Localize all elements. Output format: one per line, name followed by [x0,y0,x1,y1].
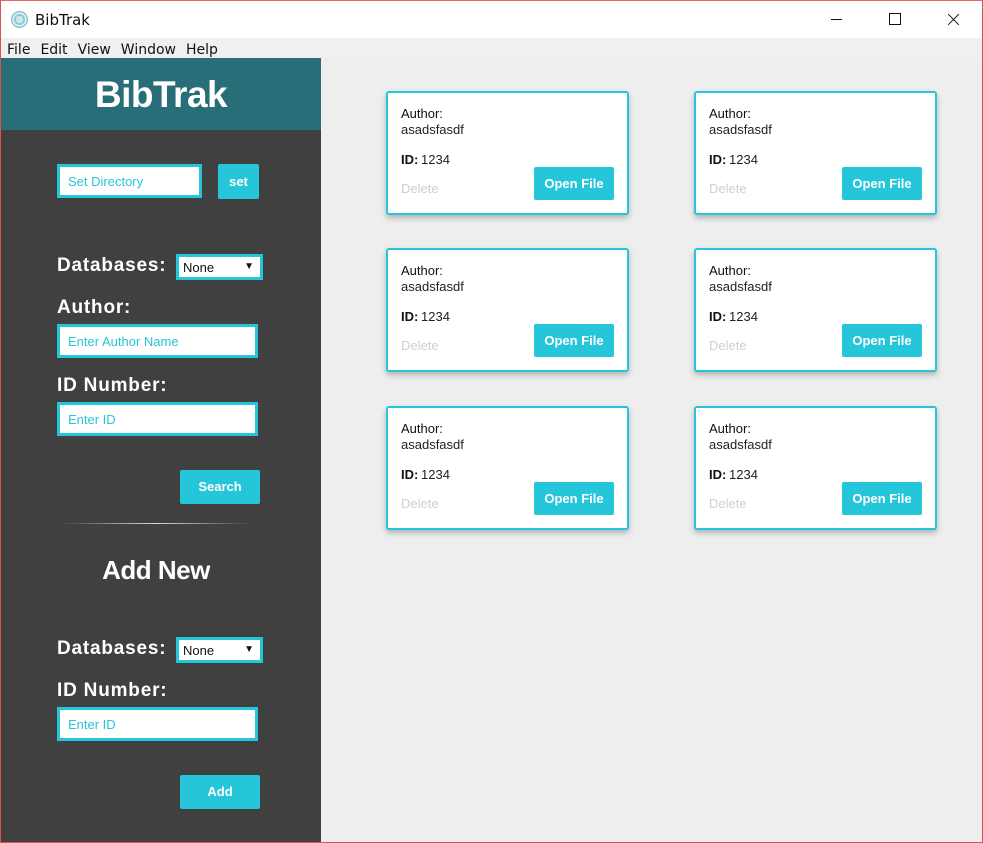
open-file-button[interactable]: Open File [842,324,922,357]
author-value: asadsfasdf [401,437,464,452]
id-value: 1234 [729,467,758,482]
menu-file[interactable]: File [1,38,34,58]
id-label: ID: [401,152,419,167]
search-button[interactable]: Search [180,470,260,504]
id-value: 1234 [421,467,450,482]
delete-button[interactable]: Delete [709,181,747,196]
delete-button[interactable]: Delete [401,496,439,511]
id-value: 1234 [729,152,758,167]
result-card: Author: asadsfasdf ID: 1234 Delete Open … [386,406,629,530]
result-card: Author: asadsfasdf ID: 1234 Delete Open … [694,248,937,372]
search-id-label: ID Number: [57,375,168,396]
menu-window[interactable]: Window [115,38,180,58]
author-label: Author: [57,297,132,318]
app-icon [11,11,28,28]
search-databases-select[interactable]: None ▼ [176,254,263,280]
author-input[interactable] [57,324,258,358]
id-value: 1234 [421,309,450,324]
brand-header: BibTrak [1,58,321,130]
id-value: 1234 [421,152,450,167]
open-file-button[interactable]: Open File [534,482,614,515]
result-card: Author: asadsfasdf ID: 1234 Delete Open … [386,248,629,372]
menu-bar: File Edit View Window Help [1,38,982,58]
id-label: ID: [709,152,727,167]
add-databases-label: Databases: [57,638,167,659]
add-button[interactable]: Add [180,775,260,809]
result-card: Author: asadsfasdf ID: 1234 Delete Open … [694,91,937,215]
author-value: asadsfasdf [709,437,772,452]
maximize-button[interactable] [866,1,924,38]
author-label: Author: [709,263,751,278]
brand-title: BibTrak [94,74,228,115]
author-value: asadsfasdf [709,279,772,294]
delete-button[interactable]: Delete [401,181,439,196]
window-title: BibTrak [35,11,90,29]
title-bar[interactable]: BibTrak [1,1,982,38]
menu-view[interactable]: View [72,38,115,58]
dropdown-arrow-icon: ▼ [244,644,254,655]
minimize-button[interactable] [808,1,866,38]
menu-help[interactable]: Help [180,38,222,58]
set-directory-button[interactable]: set [218,164,259,199]
add-id-input[interactable] [57,707,258,741]
open-file-button[interactable]: Open File [534,324,614,357]
search-databases-value: None [183,260,215,275]
author-label: Author: [401,421,443,436]
result-card: Author: asadsfasdf ID: 1234 Delete Open … [694,406,937,530]
dropdown-arrow-icon: ▼ [244,261,254,272]
id-value: 1234 [729,309,758,324]
results-area: Author: asadsfasdf ID: 1234 Delete Open … [321,58,982,842]
add-databases-select[interactable]: None ▼ [176,637,263,663]
id-label: ID: [709,467,727,482]
search-databases-label: Databases: [57,255,167,276]
delete-button[interactable]: Delete [401,338,439,353]
author-value: asadsfasdf [709,122,772,137]
author-label: Author: [709,421,751,436]
app-window: BibTrak File Edit View Window Help BibTrak s… [0,0,983,843]
author-value: asadsfasdf [401,279,464,294]
author-label: Author: [401,106,443,121]
menu-edit[interactable]: Edit [34,38,71,58]
sidebar: BibTrak set Databases: None ▼ Author: ID… [1,58,321,842]
close-button[interactable] [924,1,982,38]
id-label: ID: [401,309,419,324]
section-divider [61,523,251,524]
open-file-button[interactable]: Open File [534,167,614,200]
delete-button[interactable]: Delete [709,496,747,511]
add-databases-value: None [183,643,215,658]
add-id-label: ID Number: [57,680,168,701]
id-label: ID: [709,309,727,324]
search-id-input[interactable] [57,402,258,436]
add-new-heading: Add New [102,555,210,585]
author-label: Author: [401,263,443,278]
directory-input[interactable] [57,164,202,198]
author-label: Author: [709,106,751,121]
author-value: asadsfasdf [401,122,464,137]
delete-button[interactable]: Delete [709,338,747,353]
open-file-button[interactable]: Open File [842,167,922,200]
id-label: ID: [401,467,419,482]
result-card: Author: asadsfasdf ID: 1234 Delete Open … [386,91,629,215]
open-file-button[interactable]: Open File [842,482,922,515]
